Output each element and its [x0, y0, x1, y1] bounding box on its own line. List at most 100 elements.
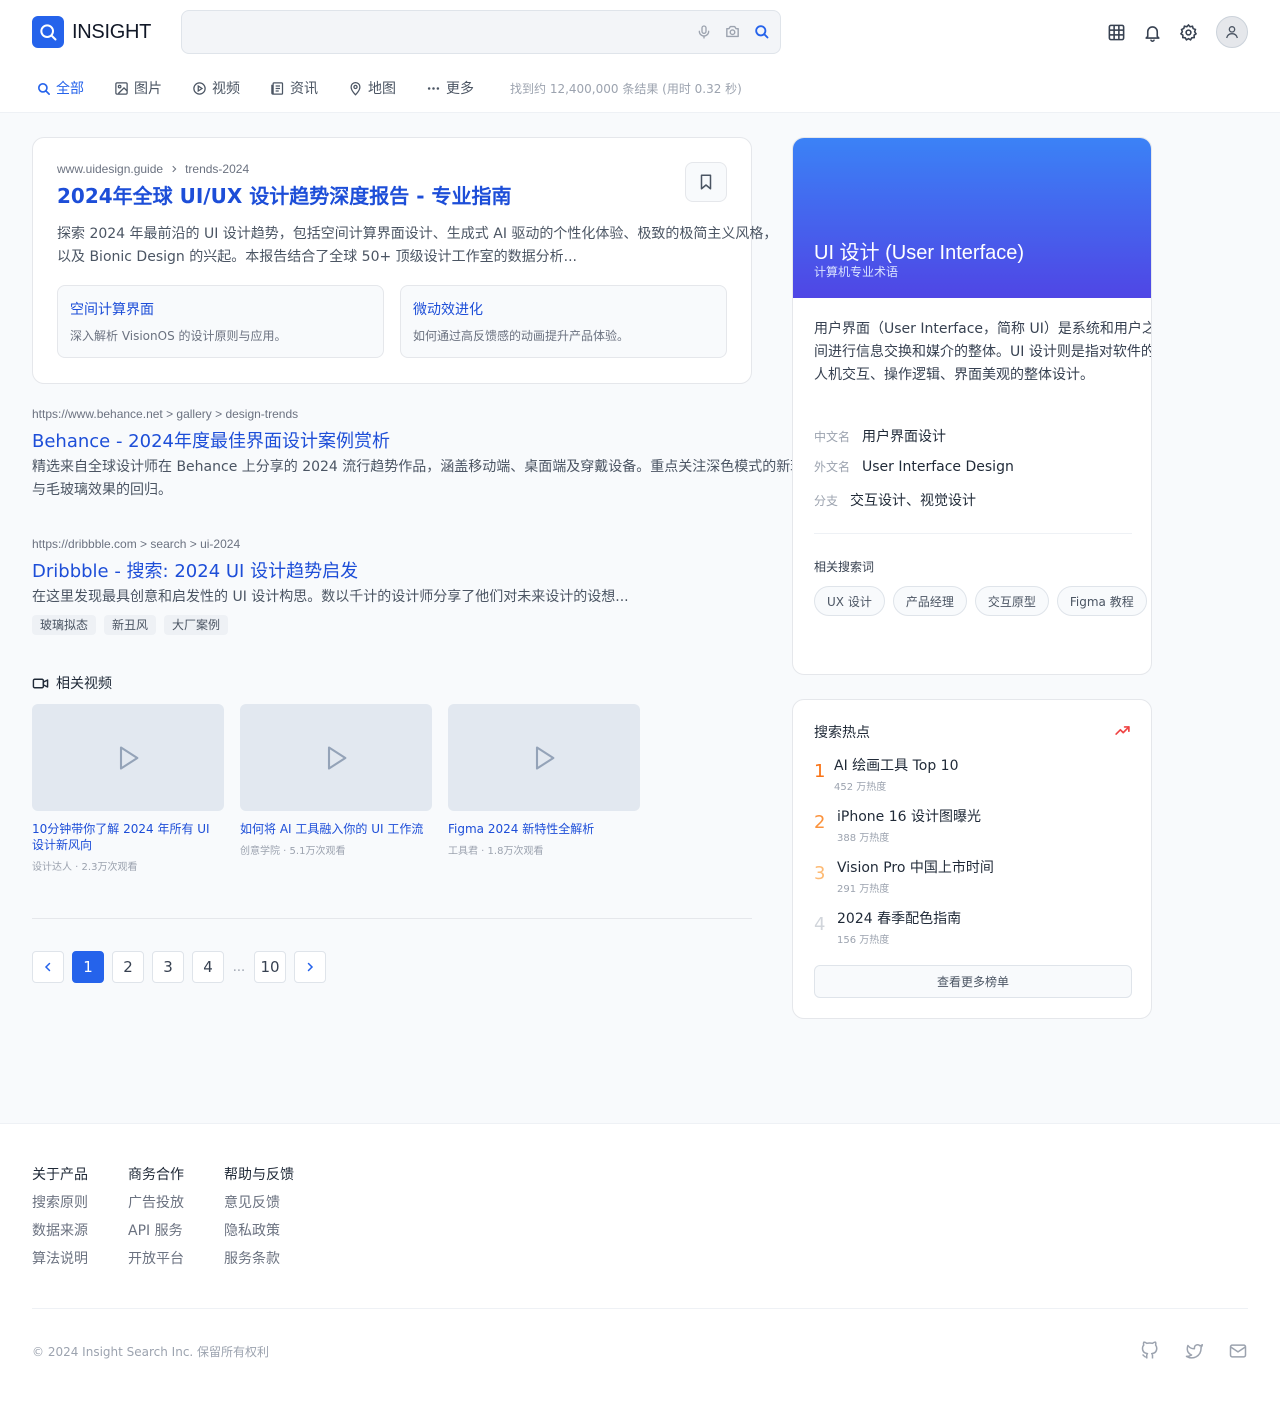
result-url[interactable]: https://dribbble.com > search > ui-2024: [32, 537, 832, 551]
footer-link[interactable]: 广告投放: [128, 1194, 184, 1212]
footer-link[interactable]: 搜索原则: [32, 1194, 88, 1212]
mail-icon[interactable]: [1228, 1341, 1248, 1361]
snippet-line: 探索 2024 年最前沿的 UI 设计趋势，包括空间计算界面设计、生成式 AI …: [57, 226, 778, 242]
video-title[interactable]: Figma 2024 新特性全解析: [448, 821, 640, 837]
result-tag[interactable]: 新丑风: [104, 615, 157, 635]
footer-link[interactable]: 隐私政策: [224, 1222, 294, 1240]
sitelink-card[interactable]: 空间计算界面 深入解析 VisionOS 的设计原则与应用。: [57, 285, 384, 358]
trending-name[interactable]: Vision Pro 中国上市时间: [837, 858, 994, 878]
knowledge-divider: [814, 533, 1132, 534]
image-icon: [115, 81, 128, 95]
related-search-chip[interactable]: UX 设计: [814, 586, 885, 616]
related-searches-title: 相关搜索词: [814, 560, 875, 574]
sitelink-card[interactable]: 微动效进化 如何通过高反馈感的动画提升产品体验。: [400, 285, 727, 358]
footer-heading: 帮助与反馈: [224, 1167, 294, 1183]
snippet-line: 以及 Bionic Design 的兴起。本报告结合了全球 50+ 顶级设计工作…: [57, 249, 578, 265]
avatar[interactable]: [1216, 16, 1248, 48]
tab-label: 地图: [368, 81, 396, 97]
tab-images[interactable]: 图片: [114, 78, 162, 98]
search-input[interactable]: [196, 11, 686, 53]
footer-link[interactable]: 开放平台: [128, 1250, 184, 1268]
sitelink-title[interactable]: 空间计算界面: [70, 299, 154, 319]
video-card[interactable]: 10分钟带你了解 2024 年所有 UI 设计新风向 设计达人 · 2.3万次观…: [32, 704, 224, 873]
page-button-1[interactable]: 1: [72, 951, 104, 983]
tab-label: 资讯: [290, 81, 318, 97]
trending-title: 搜索热点: [814, 725, 870, 741]
related-search-chip[interactable]: 交互原型: [974, 586, 1049, 616]
video-thumbnail[interactable]: [240, 704, 432, 811]
page-button-4[interactable]: 4: [192, 951, 224, 983]
tab-news[interactable]: 资讯: [270, 78, 318, 98]
tab-maps[interactable]: 地图: [348, 78, 396, 98]
result-url[interactable]: https://www.behance.net > gallery > desi…: [32, 407, 832, 421]
trending-item[interactable]: 3 Vision Pro 中国上市时间 291 万热度: [814, 858, 994, 895]
video-thumbnail[interactable]: [448, 704, 640, 811]
map-pin-icon: [350, 81, 361, 96]
result-tag[interactable]: 大厂案例: [164, 615, 229, 635]
play-icon: [193, 81, 206, 95]
twitter-icon[interactable]: [1184, 1341, 1204, 1361]
sitelink-desc: 如何通过高反馈感的动画提升产品体验。: [413, 329, 630, 343]
next-page-button[interactable]: [294, 951, 326, 983]
result-title[interactable]: Dribbble - 搜索: 2024 UI 设计趋势启发: [32, 557, 832, 583]
view-more-trending-button[interactable]: 查看更多榜单: [814, 965, 1132, 998]
footer-link[interactable]: 算法说明: [32, 1250, 88, 1268]
trending-heat: 388 万热度: [837, 833, 890, 844]
footer-link[interactable]: 服务条款: [224, 1250, 294, 1268]
tab-label: 图片: [134, 81, 162, 97]
video-meta: 设计达人 · 2.3万次观看: [32, 862, 138, 873]
trending-item[interactable]: 4 2024 春季配色指南 156 万热度: [814, 909, 961, 946]
play-icon: [327, 745, 347, 770]
tab-all[interactable]: 全部: [36, 78, 84, 98]
trending-rank: 3: [814, 863, 826, 884]
footer-link[interactable]: 数据来源: [32, 1222, 88, 1240]
footer-heading: 关于产品: [32, 1167, 88, 1183]
result-snippet: 精选来自全球设计师在 Behance 上分享的 2024 流行趋势作品，涵盖移动…: [32, 459, 819, 475]
result-tag[interactable]: 玻璃拟态: [32, 615, 97, 635]
fact-row: 外文名 User Interface Design: [814, 458, 1014, 475]
bookmark-button[interactable]: [685, 162, 727, 202]
result-title[interactable]: Behance - 2024年度最佳界面设计案例赏析: [32, 427, 832, 453]
github-icon[interactable]: [1140, 1341, 1160, 1361]
page-button-10[interactable]: 10: [254, 951, 286, 983]
featured-result-title[interactable]: 2024年全球 UI/UX 设计趋势深度报告 - 专业指南: [57, 180, 511, 209]
logo[interactable]: INSIGHT: [32, 16, 151, 48]
sitelink-title[interactable]: 微动效进化: [413, 299, 483, 319]
camera-icon[interactable]: [724, 23, 741, 40]
trending-name[interactable]: 2024 春季配色指南: [837, 909, 961, 929]
video-title[interactable]: 10分钟带你了解 2024 年所有 UI 设计新风向: [32, 821, 224, 853]
bell-icon[interactable]: [1142, 22, 1162, 42]
fact-row: 中文名 用户界面设计: [814, 426, 946, 446]
trending-name[interactable]: iPhone 16 设计图曝光: [837, 807, 981, 827]
video-thumbnail[interactable]: [32, 704, 224, 811]
description-line: 人机交互、操作逻辑、界面美观的整体设计。: [814, 367, 1094, 383]
main-content: www.uidesign.guide trends-2024 2024年全球 U…: [0, 113, 1280, 1123]
search-box: [181, 10, 781, 54]
footer-column: 帮助与反馈 意见反馈 隐私政策 服务条款: [224, 1166, 294, 1268]
trending-name[interactable]: AI 绘画工具 Top 10: [834, 756, 959, 776]
trending-item[interactable]: 2 iPhone 16 设计图曝光 388 万热度: [814, 807, 981, 844]
related-search-chip[interactable]: 产品经理: [892, 586, 967, 616]
video-title[interactable]: 如何将 AI 工具融入你的 UI 工作流: [240, 821, 432, 837]
page-button-3[interactable]: 3: [152, 951, 184, 983]
page-button-2[interactable]: 2: [112, 951, 144, 983]
fact-value: 用户界面设计: [862, 429, 946, 445]
trending-item[interactable]: 1 AI 绘画工具 Top 10 452 万热度: [814, 756, 959, 793]
footer-link[interactable]: 意见反馈: [224, 1194, 294, 1212]
featured-result-card: www.uidesign.guide trends-2024 2024年全球 U…: [32, 137, 777, 384]
related-search-chip[interactable]: Figma 教程: [1056, 586, 1147, 616]
sitelink-desc: 深入解析 VisionOS 的设计原则与应用。: [70, 329, 287, 343]
result-snippet: 在这里发现最具创意和启发性的 UI 设计构思。数以千计的设计师分享了他们对未来设…: [32, 589, 629, 605]
tab-videos[interactable]: 视频: [192, 78, 240, 98]
gear-icon[interactable]: [1178, 22, 1198, 42]
microphone-icon[interactable]: [696, 24, 712, 40]
video-meta: 工具君 · 1.8万次观看: [448, 846, 544, 857]
videos-heading-label: 相关视频: [56, 676, 112, 692]
apps-grid-icon[interactable]: [1106, 22, 1126, 42]
prev-page-button[interactable]: [32, 951, 64, 983]
tab-more[interactable]: 更多: [426, 78, 474, 98]
footer-link[interactable]: API 服务: [128, 1222, 184, 1240]
search-submit-icon[interactable]: [753, 23, 770, 40]
video-card[interactable]: 如何将 AI 工具融入你的 UI 工作流 创意学院 · 5.1万次观看: [240, 704, 432, 857]
video-card[interactable]: Figma 2024 新特性全解析 工具君 · 1.8万次观看: [448, 704, 640, 857]
